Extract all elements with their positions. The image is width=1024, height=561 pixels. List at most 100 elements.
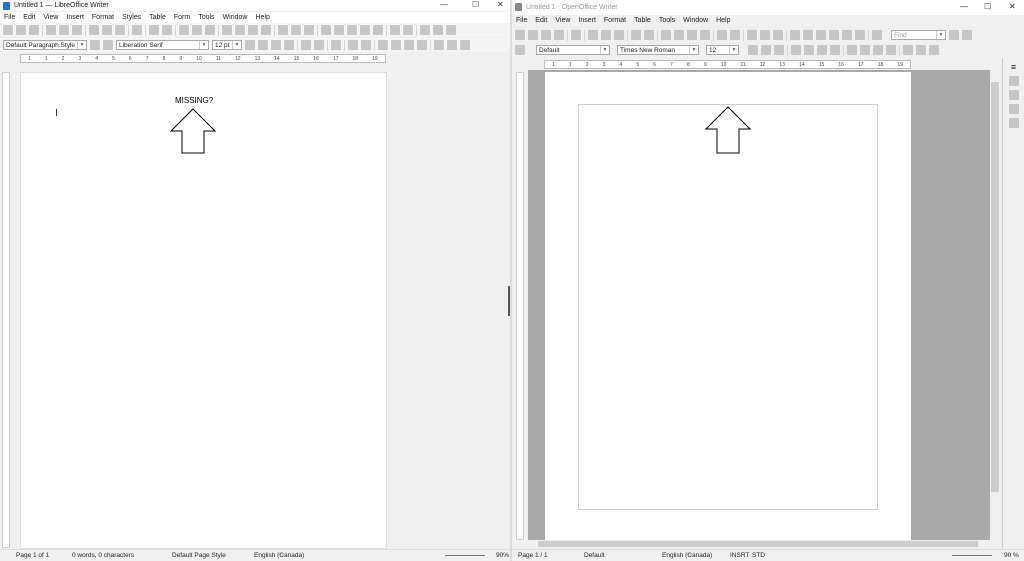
help-icon[interactable] bbox=[872, 30, 882, 40]
export-pdf-icon[interactable] bbox=[46, 25, 56, 35]
background-color-icon[interactable] bbox=[929, 45, 939, 55]
table-icon[interactable] bbox=[222, 25, 232, 35]
open-icon[interactable] bbox=[16, 25, 26, 35]
bold-icon[interactable] bbox=[748, 45, 758, 55]
numbering-icon[interactable] bbox=[447, 40, 457, 50]
language[interactable]: English (Canada) bbox=[662, 552, 712, 559]
paste-icon[interactable] bbox=[115, 25, 125, 35]
vertical-ruler[interactable] bbox=[2, 72, 10, 548]
find-previous-icon[interactable] bbox=[962, 30, 972, 40]
page-count[interactable]: Page 1 / 1 bbox=[518, 552, 548, 559]
spellcheck-icon[interactable] bbox=[192, 25, 202, 35]
menu-help[interactable]: Help bbox=[712, 15, 734, 27]
textbox-icon[interactable] bbox=[261, 25, 271, 35]
redo-icon[interactable] bbox=[730, 30, 740, 40]
page-style[interactable]: Default Page Style bbox=[172, 552, 226, 559]
menu-table[interactable]: Table bbox=[145, 12, 170, 23]
save-icon[interactable] bbox=[29, 25, 39, 35]
underline-icon[interactable] bbox=[774, 45, 784, 55]
new-style-icon[interactable] bbox=[103, 40, 113, 50]
align-center-icon[interactable] bbox=[391, 40, 401, 50]
page-break-icon[interactable] bbox=[278, 25, 288, 35]
highlight-icon[interactable] bbox=[916, 45, 926, 55]
redo-icon[interactable] bbox=[162, 25, 172, 35]
menu-help[interactable]: Help bbox=[251, 12, 273, 23]
decrease-indent-icon[interactable] bbox=[873, 45, 883, 55]
print-preview-icon[interactable] bbox=[614, 30, 624, 40]
gallery-icon[interactable] bbox=[816, 30, 826, 40]
align-left-icon[interactable] bbox=[791, 45, 801, 55]
word-count[interactable]: 0 words, 0 characters bbox=[72, 552, 134, 559]
find-input[interactable]: Find ▼ bbox=[891, 30, 946, 40]
superscript-icon[interactable] bbox=[301, 40, 311, 50]
strikethrough-icon[interactable] bbox=[284, 40, 294, 50]
paste-icon[interactable] bbox=[687, 30, 697, 40]
find-replace-icon[interactable] bbox=[790, 30, 800, 40]
subscript-icon[interactable] bbox=[314, 40, 324, 50]
minimize-button[interactable]: — bbox=[440, 0, 448, 9]
autospellcheck-icon[interactable] bbox=[644, 30, 654, 40]
copy-icon[interactable] bbox=[674, 30, 684, 40]
increase-indent-icon[interactable] bbox=[886, 45, 896, 55]
paragraph-style-select[interactable]: Default ▼ bbox=[536, 45, 610, 55]
draw-functions-icon[interactable] bbox=[446, 25, 456, 35]
horizontal-ruler[interactable]: 1 1 2 3 4 5 6 7 8 9 10 11 12 13 14 15 16 17 18 19 bbox=[544, 60, 911, 69]
field-icon[interactable] bbox=[291, 25, 301, 35]
image-icon[interactable] bbox=[235, 25, 245, 35]
bold-icon[interactable] bbox=[245, 40, 255, 50]
font-color-icon[interactable] bbox=[348, 40, 358, 50]
footnote-icon[interactable] bbox=[334, 25, 344, 35]
gallery-icon[interactable] bbox=[1008, 104, 1019, 114]
menu-tools[interactable]: Tools bbox=[194, 12, 218, 23]
styles-icon[interactable] bbox=[1008, 90, 1019, 100]
undo-icon[interactable] bbox=[717, 30, 727, 40]
properties-icon[interactable] bbox=[1008, 76, 1019, 86]
language[interactable]: English (Canada) bbox=[254, 552, 304, 559]
align-center-icon[interactable] bbox=[804, 45, 814, 55]
bullets-icon[interactable] bbox=[434, 40, 444, 50]
close-button[interactable]: ✕ bbox=[497, 0, 504, 9]
track-changes-icon[interactable] bbox=[403, 25, 413, 35]
zoom-level[interactable]: 90% bbox=[496, 552, 509, 559]
bookmark-icon[interactable] bbox=[360, 25, 370, 35]
menu-window[interactable]: Window bbox=[219, 12, 252, 23]
justify-icon[interactable] bbox=[830, 45, 840, 55]
align-left-icon[interactable] bbox=[378, 40, 388, 50]
copy-icon[interactable] bbox=[102, 25, 112, 35]
show-draw-functions-icon[interactable] bbox=[773, 30, 783, 40]
formatting-marks-icon[interactable] bbox=[205, 25, 215, 35]
vertical-scrollbar[interactable] bbox=[499, 66, 510, 549]
outline-icon[interactable] bbox=[460, 40, 470, 50]
print-preview-icon[interactable] bbox=[72, 25, 82, 35]
spellcheck-icon[interactable] bbox=[631, 30, 641, 40]
insert-mode[interactable]: INSRT bbox=[730, 552, 749, 559]
email-icon[interactable] bbox=[554, 30, 564, 40]
special-character-icon[interactable] bbox=[304, 25, 314, 35]
font-size-select[interactable]: 12 pt ▼ bbox=[212, 40, 242, 50]
menu-insert[interactable]: Insert bbox=[574, 15, 600, 27]
up-arrow-shape[interactable] bbox=[170, 108, 216, 154]
font-size-select[interactable]: 12 ▼ bbox=[706, 45, 739, 55]
hyperlink-icon[interactable] bbox=[747, 30, 757, 40]
edit-file-icon[interactable] bbox=[571, 30, 581, 40]
vertical-scrollbar[interactable] bbox=[990, 70, 1000, 540]
page-count[interactable]: Page 1 of 1 bbox=[16, 552, 49, 559]
menu-format[interactable]: Format bbox=[600, 15, 630, 27]
menu-styles[interactable]: Styles bbox=[118, 12, 145, 23]
menu-file[interactable]: File bbox=[512, 15, 531, 27]
table-icon[interactable] bbox=[760, 30, 770, 40]
menu-edit[interactable]: Edit bbox=[531, 15, 551, 27]
minimize-button[interactable]: — bbox=[960, 2, 968, 11]
close-button[interactable]: ✕ bbox=[1009, 2, 1016, 11]
export-pdf-icon[interactable] bbox=[588, 30, 598, 40]
line-icon[interactable] bbox=[420, 25, 430, 35]
new-icon[interactable] bbox=[515, 30, 525, 40]
menu-form[interactable]: Form bbox=[170, 12, 194, 23]
menu-tools[interactable]: Tools bbox=[655, 15, 679, 27]
scrollbar-thumb[interactable] bbox=[991, 82, 999, 492]
clone-formatting-icon[interactable] bbox=[700, 30, 710, 40]
zoom-icon[interactable] bbox=[855, 30, 865, 40]
navigator-icon[interactable] bbox=[803, 30, 813, 40]
font-color-icon[interactable] bbox=[903, 45, 913, 55]
clone-formatting-icon[interactable] bbox=[132, 25, 142, 35]
